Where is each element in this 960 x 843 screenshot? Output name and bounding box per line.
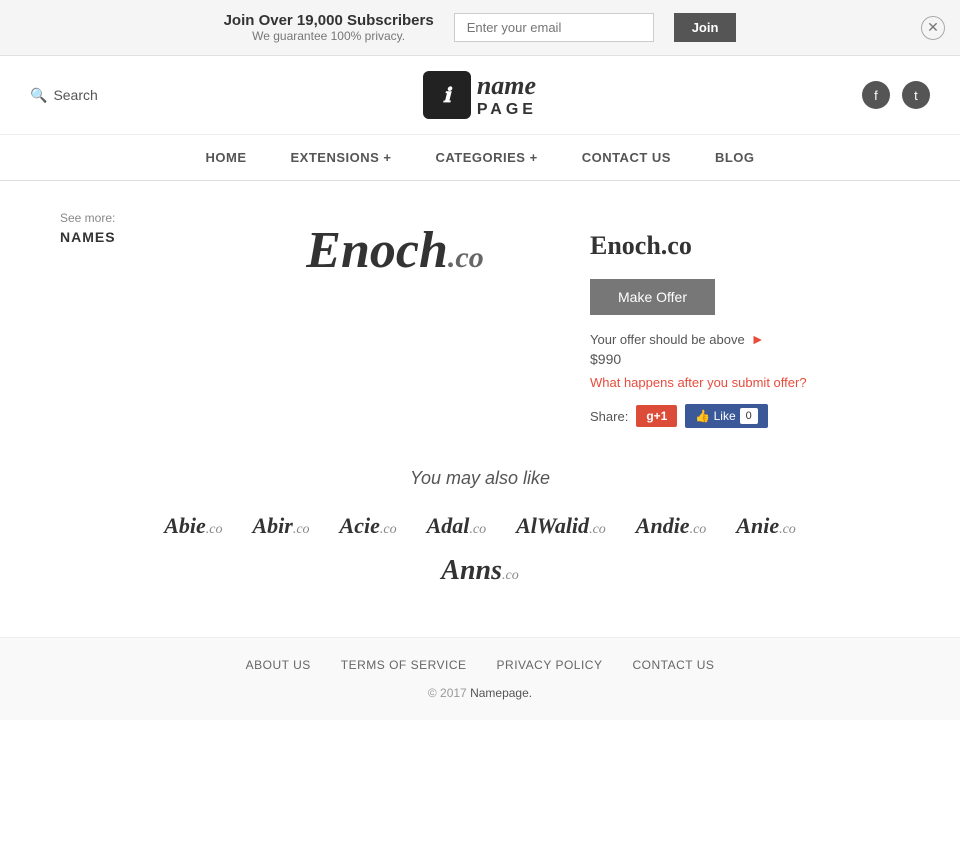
list-item[interactable]: Anie.co	[736, 513, 796, 539]
nav-categories[interactable]: CATEGORIES +	[413, 135, 559, 180]
make-offer-button[interactable]: Make Offer	[590, 279, 715, 315]
also-like-center-row: Anns.co	[60, 555, 900, 587]
close-banner-button[interactable]: ✕	[921, 16, 945, 40]
banner-text: Join Over 19,000 Subscribers We guarante…	[224, 12, 434, 43]
domain-details: Enoch.co Make Offer Your offer should be…	[590, 211, 900, 428]
search-trigger[interactable]: 🔍 Search	[30, 87, 98, 104]
banner-subtitle: We guarantee 100% privacy.	[224, 29, 434, 43]
domain-showcase: Enoch.co	[240, 211, 550, 428]
see-more-label: See more:	[60, 211, 200, 225]
list-item[interactable]: Andie.co	[636, 513, 707, 539]
social-icons: f t	[862, 81, 930, 109]
also-like-grid: Abie.co Abir.co Acie.co Adal.co AlWalid.…	[60, 513, 900, 539]
twitter-icon[interactable]: t	[902, 81, 930, 109]
names-link[interactable]: NAMES	[60, 229, 116, 245]
offer-arrow-icon: ►	[751, 331, 765, 347]
list-item[interactable]: Abir.co	[252, 513, 309, 539]
footer-terms[interactable]: TERMS OF SERVICE	[341, 658, 467, 672]
banner-title: Join Over 19,000 Subscribers	[224, 12, 434, 29]
list-item[interactable]: Abie.co	[164, 513, 222, 539]
list-item[interactable]: Adal.co	[427, 513, 487, 539]
sidebar: See more: NAMES	[60, 211, 200, 428]
main-content: See more: NAMES Enoch.co Enoch.co Make O…	[0, 181, 960, 458]
share-label: Share:	[590, 409, 628, 424]
also-like-section: You may also like Abie.co Abir.co Acie.c…	[0, 458, 960, 617]
footer-about[interactable]: ABOUT US	[246, 658, 311, 672]
main-nav: HOME EXTENSIONS + CATEGORIES + CONTACT U…	[0, 135, 960, 181]
search-icon: 🔍	[30, 87, 47, 104]
fb-like-label: 👍 Like	[695, 409, 735, 423]
offer-faq-link[interactable]: What happens after you submit offer?	[590, 375, 900, 390]
footer: ABOUT US TERMS OF SERVICE PRIVACY POLICY…	[0, 638, 960, 720]
footer-links: ABOUT US TERMS OF SERVICE PRIVACY POLICY…	[30, 658, 930, 672]
top-banner: Join Over 19,000 Subscribers We guarante…	[0, 0, 960, 56]
logo-icon: ℹ	[423, 71, 471, 119]
email-input[interactable]	[454, 13, 654, 42]
share-row: Share: g+1 👍 Like 0	[590, 404, 900, 428]
logo-name: name	[477, 72, 537, 101]
nav-extensions[interactable]: EXTENSIONS +	[268, 135, 413, 180]
list-item[interactable]: Acie.co	[340, 513, 397, 539]
header: 🔍 Search ℹ name PAGE f t	[0, 56, 960, 135]
join-button[interactable]: Join	[674, 13, 737, 42]
footer-contact[interactable]: CONTACT US	[632, 658, 714, 672]
fb-count: 0	[740, 408, 758, 424]
list-item[interactable]: Anns.co	[441, 555, 518, 587]
also-like-title: You may also like	[60, 468, 900, 489]
domain-tld-large: .co	[448, 241, 484, 274]
footer-privacy[interactable]: PRIVACY POLICY	[497, 658, 603, 672]
domain-logo-large: Enoch.co	[306, 221, 483, 280]
logo-page: PAGE	[477, 101, 537, 119]
offer-price: $990	[590, 351, 900, 367]
search-label: Search	[53, 87, 97, 103]
google-plus-button[interactable]: g+1	[636, 405, 677, 427]
nav-contact[interactable]: CONTACT US	[560, 135, 693, 180]
offer-hint: Your offer should be above ►	[590, 331, 900, 347]
footer-copyright: © 2017 Namepage.	[30, 686, 930, 700]
nav-blog[interactable]: BLOG	[693, 135, 777, 180]
domain-title: Enoch.co	[590, 231, 900, 261]
list-item[interactable]: AlWalid.co	[516, 513, 606, 539]
facebook-icon[interactable]: f	[862, 81, 890, 109]
nav-home[interactable]: HOME	[183, 135, 268, 180]
domain-name-large: Enoch	[306, 222, 448, 279]
footer-namepage-link[interactable]: Namepage.	[470, 686, 532, 700]
logo[interactable]: ℹ name PAGE	[423, 71, 537, 119]
facebook-like-button[interactable]: 👍 Like 0	[685, 404, 767, 428]
